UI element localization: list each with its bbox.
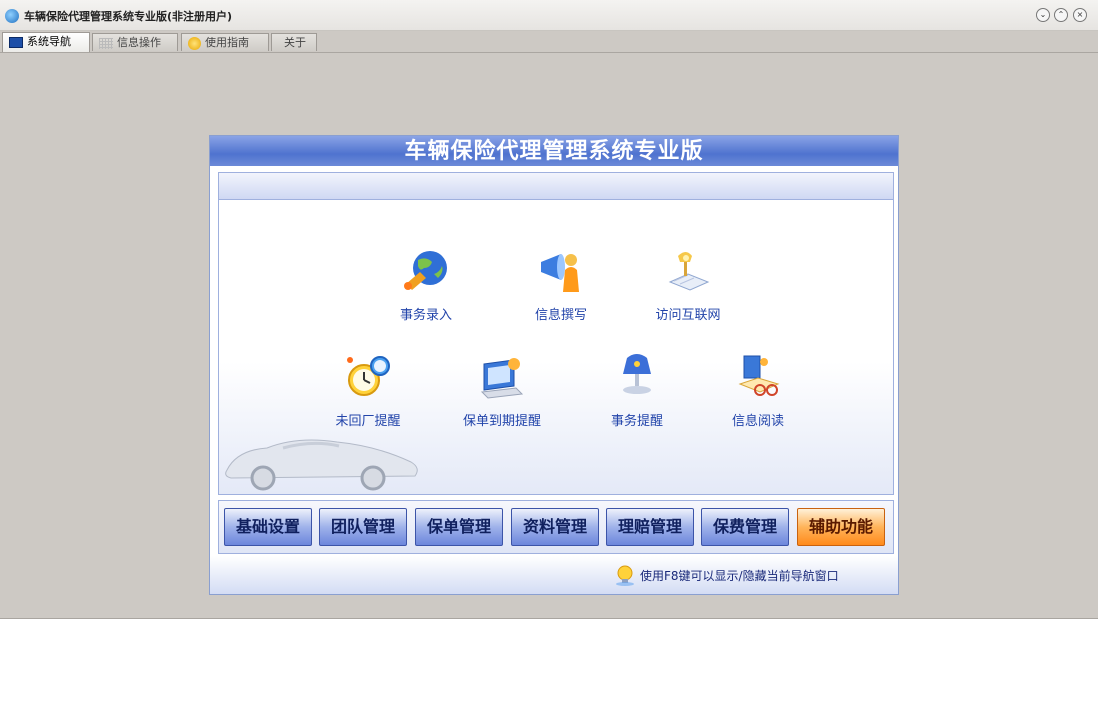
tab-system-nav[interactable]: 系统导航 bbox=[2, 32, 90, 52]
basic-settings-button[interactable]: 基础设置 bbox=[224, 508, 312, 546]
data-management-button[interactable]: 资料管理 bbox=[511, 508, 599, 546]
monitor-icon bbox=[9, 36, 23, 48]
panel-title: 车辆保险代理管理系统专业版 bbox=[404, 138, 704, 164]
policy-management-button[interactable]: 保单管理 bbox=[415, 508, 503, 546]
book-lamp-icon bbox=[668, 252, 710, 291]
claims-management-button[interactable]: 理赔管理 bbox=[606, 508, 694, 546]
car-illustration bbox=[225, 439, 418, 491]
nav-item-task-reminder[interactable]: 事务提醒 bbox=[582, 350, 692, 429]
icon-label: 信息撰写 bbox=[534, 308, 587, 323]
nav-item-policy-expiry-reminder[interactable]: 保单到期提醒 bbox=[447, 350, 557, 429]
tab-info-ops[interactable]: 信息操作 bbox=[92, 33, 178, 51]
smiley-icon bbox=[188, 36, 201, 50]
icon-label: 保单到期提醒 bbox=[462, 414, 541, 429]
monitor-icon bbox=[480, 358, 524, 399]
icon-area: 事务录入 信息撰写 访问互联网 未回厂提醒 保单到期提醒 事务提醒 信息阅读 bbox=[218, 200, 894, 495]
team-management-button[interactable]: 团队管理 bbox=[319, 508, 407, 546]
maximize-button[interactable]: ⌃ bbox=[1054, 8, 1068, 22]
tab-label: 系统导航 bbox=[27, 35, 71, 48]
lightbulb-icon bbox=[616, 565, 634, 586]
app-logo-icon bbox=[5, 9, 19, 23]
icon-label: 访问互联网 bbox=[655, 308, 721, 323]
tab-label: 使用指南 bbox=[205, 36, 249, 49]
close-button[interactable]: × bbox=[1073, 8, 1087, 22]
nav-item-info-write[interactable]: 信息撰写 bbox=[506, 244, 616, 323]
nav-item-task-entry[interactable]: 事务录入 bbox=[371, 244, 481, 323]
nav-item-unreturned-reminder[interactable]: 未回厂提醒 bbox=[313, 350, 423, 429]
panel-subheader bbox=[218, 172, 894, 200]
auxiliary-functions-button[interactable]: 辅助功能 bbox=[797, 508, 885, 546]
panel-header: 车辆保险代理管理系统专业版 bbox=[210, 136, 898, 166]
premium-management-button[interactable]: 保费管理 bbox=[701, 508, 789, 546]
tab-bar: 系统导航 信息操作 使用指南 关于 bbox=[0, 31, 1098, 53]
module-button-row: 基础设置 团队管理 保单管理 资料管理 理赔管理 保费管理 辅助功能 bbox=[218, 500, 894, 554]
window-title: 车辆保险代理管理系统专业版(非注册用户) bbox=[24, 10, 233, 23]
nav-item-visit-internet[interactable]: 访问互联网 bbox=[633, 244, 743, 323]
tab-label: 信息操作 bbox=[117, 36, 161, 49]
alarm-clock-icon bbox=[347, 356, 390, 396]
tab-label: 关于 bbox=[284, 36, 306, 49]
navigation-panel: 车辆保险代理管理系统专业版 事务录入 信息撰写 访问互联网 未回厂提醒 保单到期… bbox=[209, 135, 899, 595]
icon-label: 事务录入 bbox=[399, 308, 452, 323]
icon-label: 事务提醒 bbox=[610, 414, 663, 429]
icon-label: 信息阅读 bbox=[731, 414, 784, 429]
app-window: 车辆保险代理管理系统专业版(非注册用户) ⌄ ⌃ × 系统导航 信息操作 使用指… bbox=[0, 0, 1098, 619]
nav-item-info-reading[interactable]: 信息阅读 bbox=[703, 350, 813, 429]
icon-label: 未回厂提醒 bbox=[335, 414, 401, 429]
lamp-icon bbox=[623, 354, 651, 394]
grid-icon bbox=[99, 37, 113, 49]
globe-icon bbox=[404, 251, 447, 290]
panel-footer: 使用F8键可以显示/隐藏当前导航窗口 bbox=[210, 556, 898, 594]
minimize-button[interactable]: ⌄ bbox=[1036, 8, 1050, 22]
title-bar: 车辆保险代理管理系统专业版(非注册用户) ⌄ ⌃ × bbox=[0, 0, 1098, 31]
tab-about[interactable]: 关于 bbox=[271, 33, 317, 51]
f8-hint-text: 使用F8键可以显示/隐藏当前导航窗口 bbox=[640, 569, 839, 583]
megaphone-icon bbox=[541, 254, 579, 292]
tab-user-guide[interactable]: 使用指南 bbox=[181, 33, 269, 51]
reading-icon bbox=[738, 355, 780, 396]
